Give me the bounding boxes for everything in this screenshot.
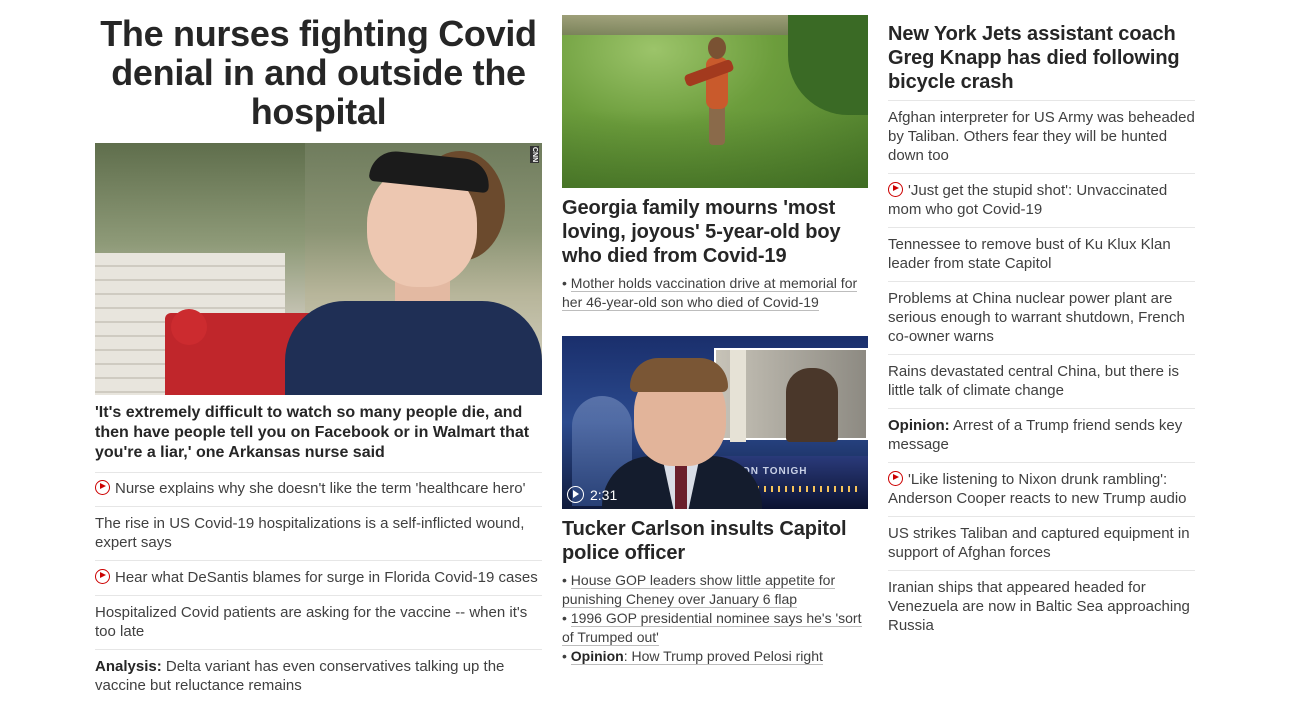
bullet-item: • 1996 GOP presidential nominee says he'… xyxy=(562,610,862,646)
lead-subheadline: 'It's extremely difficult to watch so ma… xyxy=(95,403,542,463)
headline-text: 'Just get the stupid shot': Unvaccinated… xyxy=(888,182,1168,218)
related-link[interactable]: Analysis: Delta variant has even conserv… xyxy=(95,658,504,694)
tucker-story: ON TONIGH 2:31 Tucker Carlson insults Ca… xyxy=(562,336,868,666)
nurse-story-image[interactable]: CNN xyxy=(95,143,542,395)
georgia-bullet: • Mother holds vaccination drive at memo… xyxy=(562,275,858,311)
list-item: Afghan interpreter for US Army was behea… xyxy=(888,100,1195,173)
duration-text: 2:31 xyxy=(590,486,618,503)
list-item: Rains devastated central China, but ther… xyxy=(888,354,1195,408)
lead-headline: The nurses fighting Covid denial in and … xyxy=(95,14,542,131)
georgia-story-image[interactable] xyxy=(562,15,868,188)
headline-link[interactable]: Afghan interpreter for US Army was behea… xyxy=(888,109,1195,164)
tucker-headline-link[interactable]: Tucker Carlson insults Capitol police of… xyxy=(562,518,847,564)
chair-knob xyxy=(171,309,207,345)
list-item: US strikes Taliban and captured equipmen… xyxy=(888,516,1195,570)
inset-person xyxy=(786,368,838,442)
play-circle-icon xyxy=(888,471,903,486)
child-head xyxy=(708,37,726,59)
child-legs xyxy=(709,107,725,145)
related-link[interactable]: The rise in US Covid-19 hospitalizations… xyxy=(95,515,524,551)
headline-link[interactable]: Problems at China nuclear power plant ar… xyxy=(888,290,1185,345)
list-item: Iranian ships that appeared headed for V… xyxy=(888,570,1195,643)
bullet-text: : How Trump proved Pelosi right xyxy=(623,648,823,664)
related-text: Nurse explains why she doesn't like the … xyxy=(115,480,526,497)
play-circle-icon xyxy=(95,569,110,584)
cnn-watermark: CNN xyxy=(530,146,539,164)
inset-column xyxy=(730,350,746,442)
georgia-story: Georgia family mourns 'most loving, joyo… xyxy=(562,15,868,312)
bullet-link[interactable]: 1996 GOP presidential nominee says he's … xyxy=(562,610,862,646)
bullet-link[interactable]: Opinion: How Trump proved Pelosi right xyxy=(570,648,823,665)
play-circle-icon xyxy=(567,486,584,503)
list-item: Opinion: Arrest of a Trump friend sends … xyxy=(888,408,1195,462)
opinion-label: Opinion: xyxy=(888,417,950,434)
tucker-video-thumbnail[interactable]: ON TONIGH 2:31 xyxy=(562,336,868,509)
list-item: 'Just get the stupid shot': Unvaccinated… xyxy=(888,173,1195,227)
headline-link[interactable]: Iranian ships that appeared headed for V… xyxy=(888,579,1190,634)
nurse-scrubs xyxy=(285,301,542,395)
jets-headline: New York Jets assistant coach Greg Knapp… xyxy=(888,22,1195,94)
headline-link[interactable]: 'Just get the stupid shot': Unvaccinated… xyxy=(888,182,1167,218)
analysis-label: Analysis: xyxy=(95,658,162,675)
georgia-headline: Georgia family mourns 'most loving, joyo… xyxy=(562,196,868,268)
right-column: New York Jets assistant coach Greg Knapp… xyxy=(888,0,1195,643)
georgia-headline-link[interactable]: Georgia family mourns 'most loving, joyo… xyxy=(562,197,841,267)
jets-headline-link[interactable]: New York Jets assistant coach Greg Knapp… xyxy=(888,23,1180,93)
host-tie xyxy=(675,464,687,509)
lead-related-list: Nurse explains why she doesn't like the … xyxy=(95,472,542,703)
related-link[interactable]: Hear what DeSantis blames for surge in F… xyxy=(95,569,538,586)
list-item: The rise in US Covid-19 hospitalizations… xyxy=(95,506,542,560)
related-link[interactable]: Nurse explains why she doesn't like the … xyxy=(95,480,525,497)
headline-link[interactable]: US strikes Taliban and captured equipmen… xyxy=(888,525,1190,561)
lead-headline-link[interactable]: The nurses fighting Covid denial in and … xyxy=(100,13,537,132)
list-item: 'Like listening to Nixon drunk rambling'… xyxy=(888,462,1195,516)
list-item: Hospitalized Covid patients are asking f… xyxy=(95,595,542,649)
related-text: Hear what DeSantis blames for surge in F… xyxy=(115,569,538,586)
inset-image xyxy=(714,348,868,442)
play-circle-icon xyxy=(888,182,903,197)
headline-text: 'Like listening to Nixon drunk rambling'… xyxy=(888,471,1187,507)
tucker-headline: Tucker Carlson insults Capitol police of… xyxy=(562,517,868,565)
bullet-item: • Opinion: How Trump proved Pelosi right xyxy=(562,648,823,665)
headline-link[interactable]: 'Like listening to Nixon drunk rambling'… xyxy=(888,471,1187,507)
georgia-bullet-link[interactable]: Mother holds vaccination drive at memori… xyxy=(562,275,858,311)
headline-link[interactable]: Rains devastated central China, but ther… xyxy=(888,363,1179,399)
bullet-item: • House GOP leaders show little appetite… xyxy=(562,572,836,608)
host-hair xyxy=(630,358,728,392)
list-item: Tennessee to remove bust of Ku Klux Klan… xyxy=(888,227,1195,281)
play-circle-icon xyxy=(95,480,110,495)
list-item: Nurse explains why she doesn't like the … xyxy=(95,472,542,506)
headline-link[interactable]: Tennessee to remove bust of Ku Klux Klan… xyxy=(888,236,1171,272)
video-duration: 2:31 xyxy=(567,486,617,503)
right-headline-list: Afghan interpreter for US Army was behea… xyxy=(888,100,1195,643)
related-link[interactable]: Hospitalized Covid patients are asking f… xyxy=(95,604,527,640)
lead-story-column: The nurses fighting Covid denial in and … xyxy=(95,0,542,703)
lead-subheadline-link[interactable]: 'It's extremely difficult to watch so ma… xyxy=(95,404,529,461)
opinion-label: Opinion xyxy=(570,648,624,664)
bush xyxy=(788,15,868,115)
middle-column: Georgia family mourns 'most loving, joyo… xyxy=(562,0,868,666)
list-item: Hear what DeSantis blames for surge in F… xyxy=(95,560,542,595)
tucker-bullets: • House GOP leaders show little appetite… xyxy=(562,571,868,666)
headline-link[interactable]: Opinion: Arrest of a Trump friend sends … xyxy=(888,417,1182,453)
bullet-link[interactable]: House GOP leaders show little appetite f… xyxy=(562,572,836,608)
list-item: Problems at China nuclear power plant ar… xyxy=(888,281,1195,354)
list-item: Analysis: Delta variant has even conserv… xyxy=(95,649,542,703)
